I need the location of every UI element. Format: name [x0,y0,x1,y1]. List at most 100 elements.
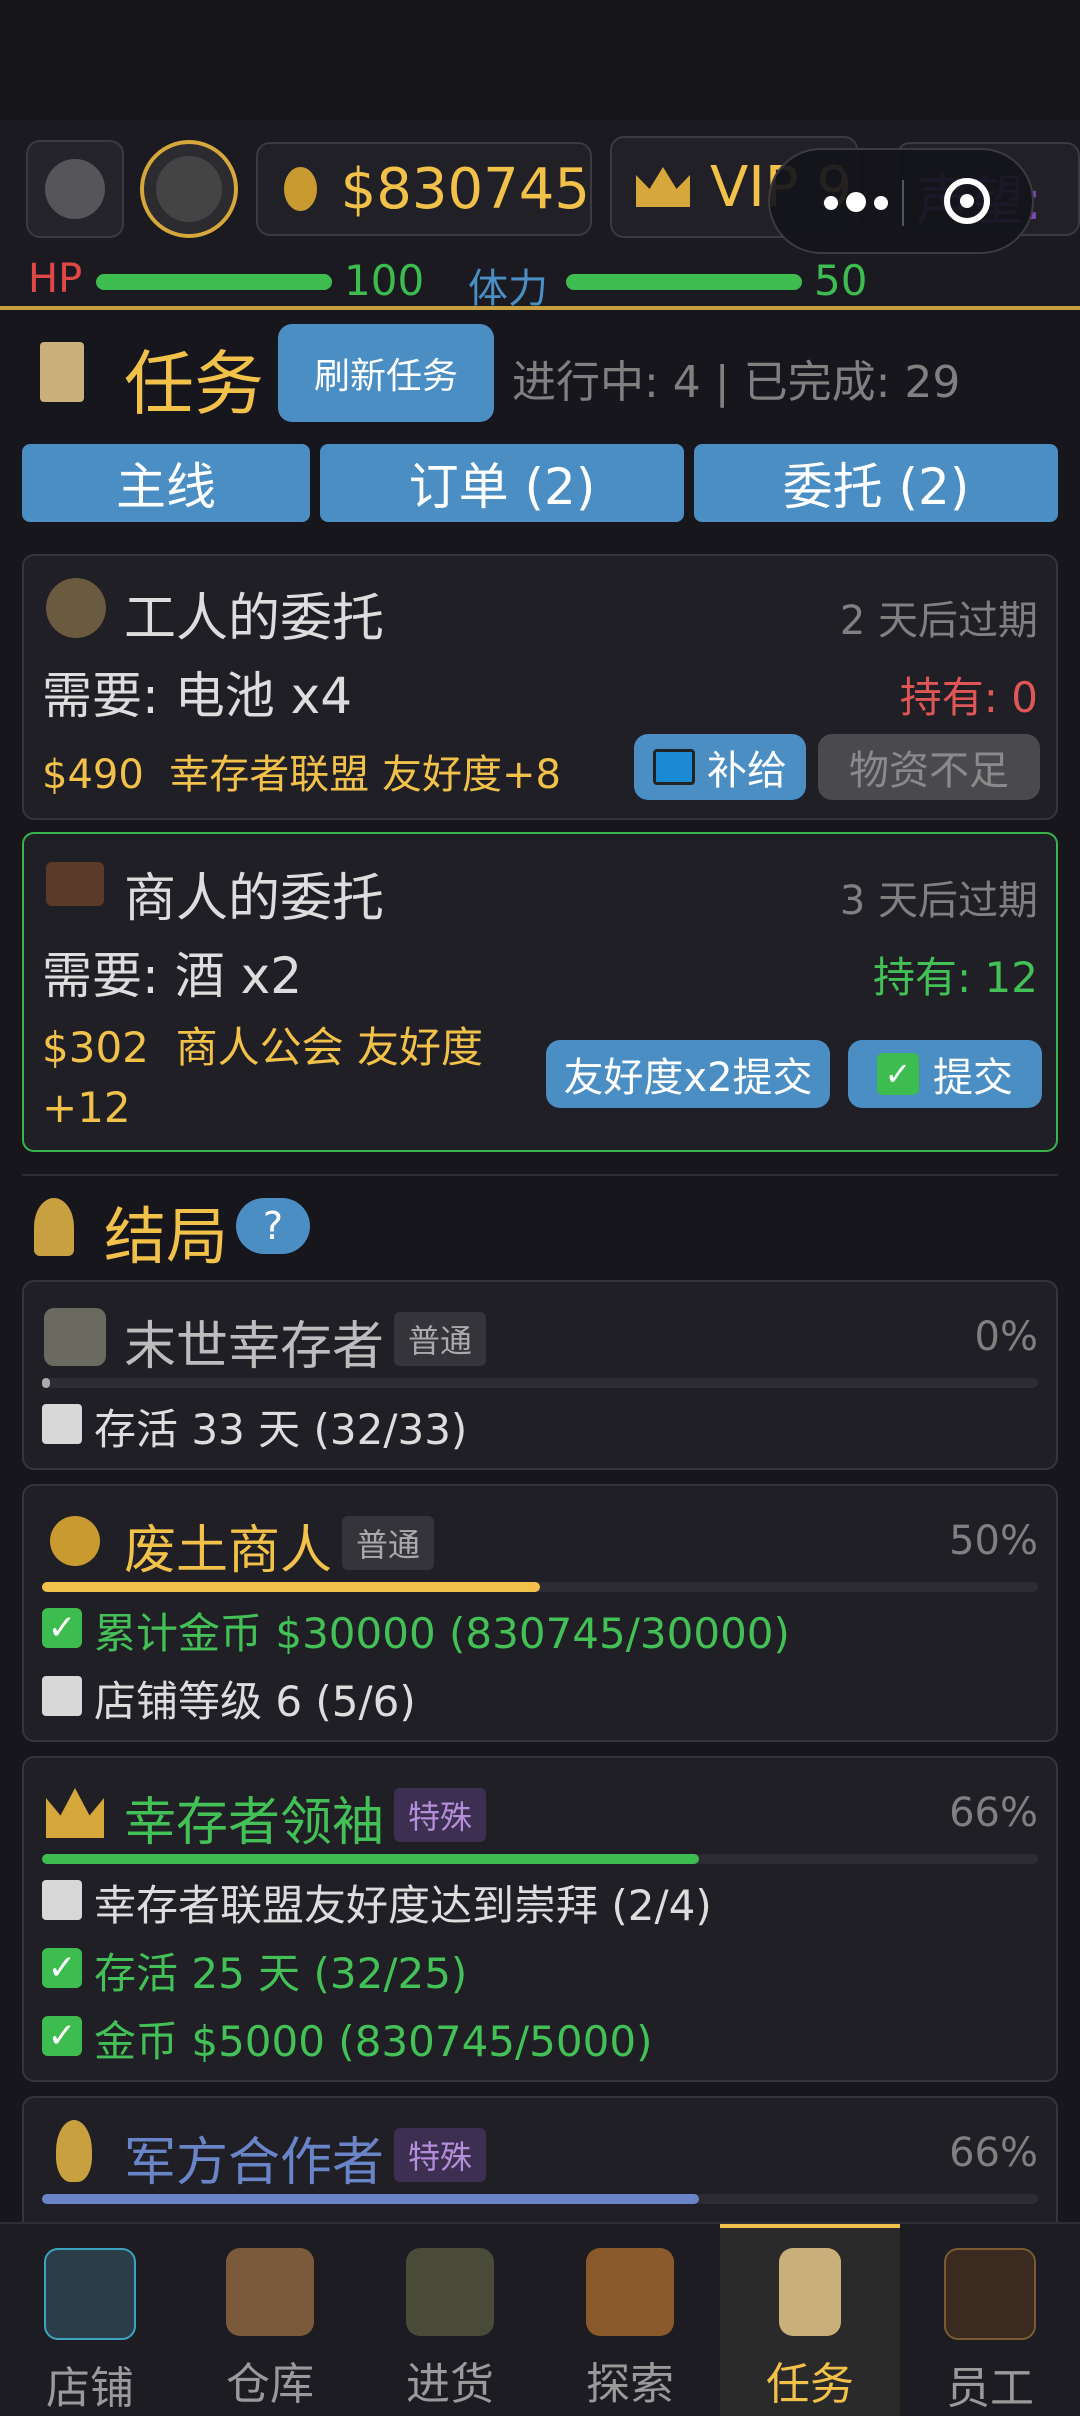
commission-title: 商人的委托 [124,869,385,929]
money-display: $830745 [256,142,592,236]
nav-item-warehouse[interactable]: 仓库 [180,2224,360,2416]
task-list-icon [40,342,84,402]
hp-label: HP [28,256,83,302]
commission-reward: $490 幸存者联盟 友好度+8 [42,752,561,798]
page-title: 任务 [124,343,264,425]
active-indicator [720,2224,900,2228]
task-status-summary: 进行中: 4 | 已完成: 29 [512,357,961,408]
hp-bar [96,274,332,290]
unchecked-icon [42,1676,82,1716]
ending-name: 末世幸存者 [124,1317,385,1377]
ending-name: 幸存者领袖 [124,1793,385,1853]
tab-label: 主线 [116,458,216,516]
ending-condition: 存活 25 天 (32/25) [94,1949,468,1998]
team-poster-icon [944,2248,1036,2340]
ending-percent: 50% [949,1518,1038,1564]
settings-button[interactable] [26,140,124,238]
trophy-icon [34,1198,74,1256]
checked-icon: ✓ [42,1608,82,1648]
check-icon: ✓ [877,1053,919,1095]
ending-condition: 存活 33 天 (32/33) [94,1405,468,1454]
survivor-icon [156,156,222,222]
ending-progress-fill [42,1854,700,1864]
header-divider [0,306,1080,310]
commission-holding: 持有: 0 [899,673,1038,722]
nav-item-staff[interactable]: 员工 [900,2224,1080,2416]
endings-title: 结局 [104,1200,229,1273]
gear-icon [45,159,105,219]
truck-icon [406,2248,494,2336]
more-dot-icon [824,196,838,210]
supply-label: 补给 [707,748,787,794]
map-icon [586,2248,674,2336]
ending-percent: 0% [974,1314,1038,1360]
more-dot-icon [846,192,866,212]
nav-item-tasks[interactable]: 任务 [720,2224,900,2416]
checked-icon: ✓ [42,1948,82,1988]
ending-condition: 金币 $5000 (830745/5000) [94,2017,653,2066]
close-circle-icon[interactable] [944,178,990,224]
commission-card: 商人的委托 3 天后过期 需要: 酒 x2 持有: 12 $302 商人公会 友… [22,832,1058,1152]
nav-item-restock[interactable]: 进货 [360,2224,540,2416]
hp-value: 100 [344,256,425,305]
avatar[interactable] [140,140,238,238]
tab-main[interactable]: 主线 [22,444,310,522]
nav-label: 探索 [586,2359,674,2410]
checked-icon: ✓ [42,2016,82,2056]
supply-button[interactable]: 补给 [634,734,806,800]
section-divider [22,1174,1058,1176]
submit-button[interactable]: ✓ 提交 [848,1040,1042,1108]
ending-progress-bar [42,1378,1038,1388]
more-dot-icon [874,196,888,210]
insufficient-button: 物资不足 [818,734,1040,800]
ending-card: 末世幸存者 普通 0% 存活 33 天 (32/33) [22,1280,1058,1470]
nav-label: 员工 [946,2363,1034,2414]
commission-requirement: 需要: 酒 x2 [42,947,303,1005]
ending-card: 幸存者领袖 特殊 66% 幸存者联盟友好度达到崇拜 (2/4) ✓ 存活 25 … [22,1756,1058,2082]
bottom-nav: 店铺 仓库 进货 探索 任务 员工 [0,2222,1080,2416]
money-value: $830745 [340,156,590,222]
tab-label: 订单 (2) [408,458,596,516]
crown-icon [636,167,690,207]
coin-icon [50,1516,100,1566]
ending-type-badge: 特殊 [394,2128,487,2182]
ending-progress-bar [42,1582,1038,1592]
endings-help-button[interactable]: ? [236,1198,310,1254]
ending-progress-fill [42,1582,540,1592]
ending-card: 废土商人 普通 50% ✓ 累计金币 $30000 (830745/30000)… [22,1484,1058,1742]
capsule-divider [902,180,904,226]
medal-icon [56,2120,92,2182]
stamina-bar-fill [566,274,802,290]
nav-item-shop[interactable]: 店铺 [0,2224,180,2416]
nav-item-explore[interactable]: 探索 [540,2224,720,2416]
ending-condition: 店铺等级 6 (5/6) [94,1677,416,1726]
tv-icon [653,749,695,785]
tab-orders[interactable]: 订单 (2) [320,444,684,522]
ending-condition: 幸存者联盟友好度达到崇拜 (2/4) [94,1881,712,1930]
commission-holding: 持有: 12 [873,953,1038,1002]
nav-label: 任务 [766,2359,854,2410]
ending-condition: 累计金币 $30000 (830745/30000) [94,1609,790,1658]
refresh-tasks-button[interactable]: 刷新任务 [278,324,494,422]
nav-label: 进货 [406,2359,494,2410]
ending-percent: 66% [949,2130,1038,2176]
ending-type-badge: 普通 [342,1516,435,1570]
shop-icon [44,2248,136,2340]
commission-expiry: 2 天后过期 [839,598,1038,644]
crate-icon [226,2248,314,2336]
nav-label: 店铺 [46,2363,134,2414]
nav-label: 仓库 [226,2359,314,2410]
ending-type-badge: 特殊 [394,1788,487,1842]
ending-progress-bar [42,2194,1038,2204]
mini-program-capsule [768,148,1034,254]
hp-bar-fill [96,274,332,290]
ending-percent: 66% [949,1790,1038,1836]
commission-requirement: 需要: 电池 x4 [42,667,353,725]
double-friendship-submit-button[interactable]: 友好度x2提交 [546,1040,830,1108]
tab-label: 委托 (2) [782,458,970,516]
coin-icon [284,167,317,211]
unchecked-icon [42,1880,82,1920]
tab-commissions[interactable]: 委托 (2) [694,444,1058,522]
commission-title: 工人的委托 [124,589,385,649]
ending-progress-bar [42,1854,1038,1864]
